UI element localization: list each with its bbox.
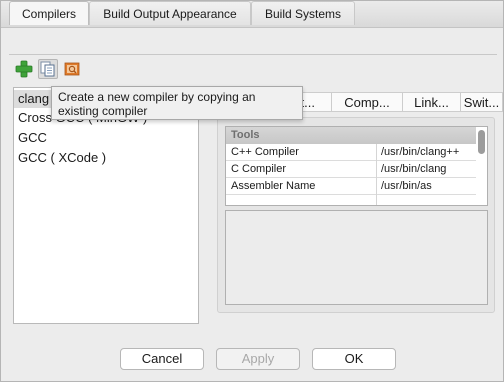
- list-item-gcc[interactable]: GCC: [18, 130, 47, 145]
- cancel-button[interactable]: Cancel: [120, 348, 204, 370]
- plus-icon: [15, 60, 33, 78]
- table-row[interactable]: Assembler Name /usr/bin/as: [226, 178, 476, 195]
- tool-name: C Compiler: [231, 163, 287, 175]
- tab-build-output-appearance[interactable]: Build Output Appearance: [89, 1, 251, 25]
- tool-name: C++ Compiler: [231, 146, 299, 158]
- tool-path[interactable]: /usr/bin/clang: [381, 161, 446, 178]
- table-row[interactable]: [226, 195, 476, 205]
- tab-label: Build Systems: [264, 7, 342, 21]
- import-icon: [64, 62, 80, 76]
- description-box: [225, 210, 488, 305]
- table-scrollbar[interactable]: [478, 130, 485, 154]
- subtab-switches[interactable]: Swit...: [461, 92, 503, 112]
- list-item-label: GCC ( XCode ): [18, 150, 107, 165]
- tab-build-systems[interactable]: Build Systems: [251, 1, 355, 25]
- import-compiler-button[interactable]: [62, 59, 82, 79]
- tool-path[interactable]: /usr/bin/clang++: [381, 144, 459, 161]
- tool-path[interactable]: /usr/bin/as: [381, 178, 432, 195]
- table-row[interactable]: C Compiler /usr/bin/clang: [226, 161, 476, 178]
- table-header: Tools: [226, 127, 476, 144]
- tool-name: Assembler Name: [231, 180, 316, 192]
- tools-table[interactable]: Tools C++ Compiler /usr/bin/clang++ C Co…: [225, 126, 488, 206]
- tab-label: Compilers: [21, 7, 76, 21]
- subtab-linker[interactable]: Link...: [403, 92, 461, 112]
- copy-compiler-button[interactable]: [38, 59, 58, 79]
- copy-compiler-tooltip: Create a new compiler by copying an exis…: [51, 86, 303, 120]
- list-item-label: clang: [18, 91, 50, 106]
- ok-button[interactable]: OK: [312, 348, 396, 370]
- column-separator: [376, 144, 377, 205]
- subtab-compiler[interactable]: Comp...: [332, 92, 403, 112]
- add-compiler-button[interactable]: [14, 59, 34, 79]
- apply-button[interactable]: Apply: [216, 348, 300, 370]
- build-settings-window: Build Settings Compilers Build Output Ap…: [0, 0, 504, 382]
- compiler-list[interactable]: clang Cross GCC ( MinGW ) GCC GCC ( XCod…: [13, 87, 200, 324]
- subtab-label: Link...: [414, 95, 449, 110]
- tab-compilers[interactable]: Compilers: [9, 1, 89, 25]
- subtab-label: Swit...: [463, 95, 500, 110]
- copy-icon: [40, 61, 55, 77]
- subtab-label: Comp...: [344, 95, 390, 110]
- tab-divider: [9, 54, 497, 55]
- tab-label: Build Output Appearance: [103, 7, 237, 21]
- table-row[interactable]: C++ Compiler /usr/bin/clang++: [226, 144, 476, 161]
- list-item-label: GCC: [18, 130, 47, 145]
- list-item-gcc-xcode[interactable]: GCC ( XCode ): [18, 150, 106, 165]
